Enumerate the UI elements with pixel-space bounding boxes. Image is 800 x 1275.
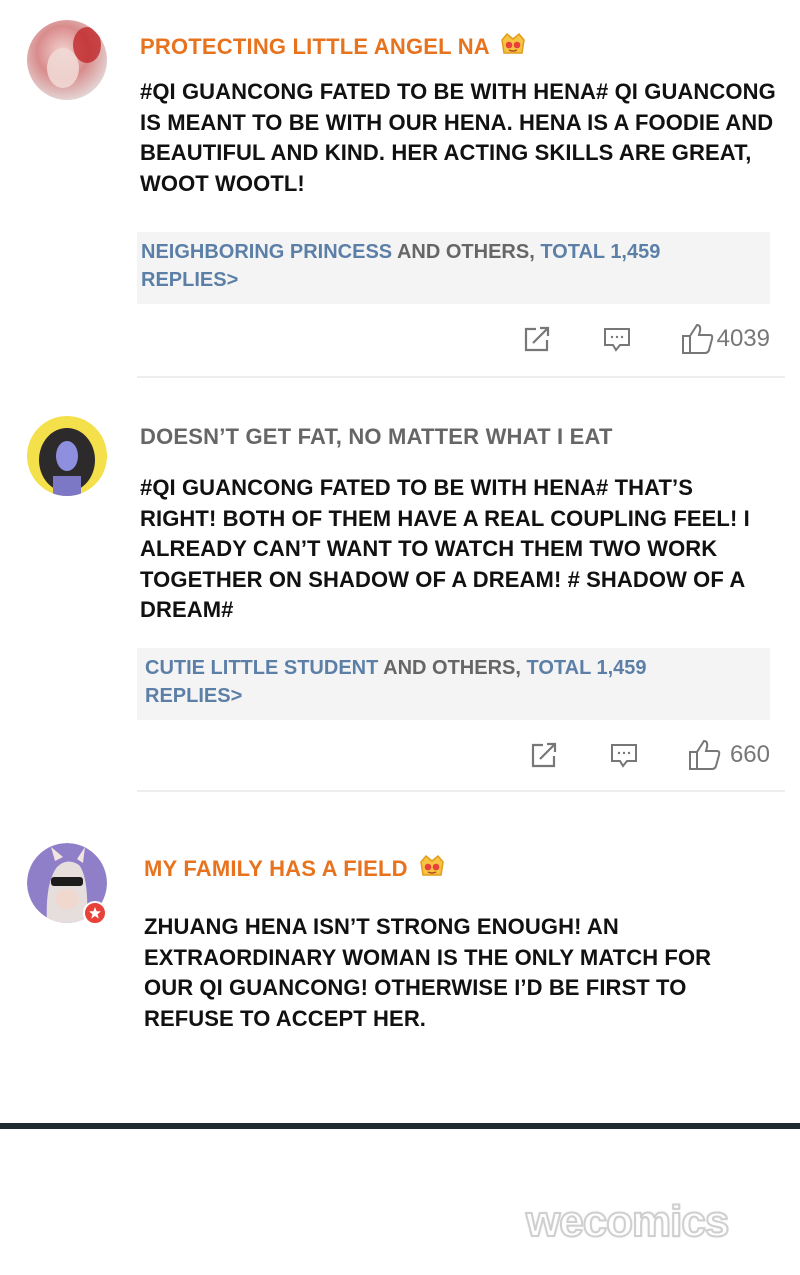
username[interactable]: DOESN’T GET FAT, NO MATTER WHAT I EAT xyxy=(140,424,613,450)
share-button[interactable] xyxy=(530,741,558,769)
avatar[interactable] xyxy=(27,416,107,496)
replies-box[interactable]: NEIGHBORING PRINCESS AND OTHERS, TOTAL 1… xyxy=(137,232,770,304)
comment-text: #QI GUANCONG FATED TO BE WITH HENA# QI G… xyxy=(140,79,776,196)
avatar[interactable] xyxy=(27,843,107,925)
like-count: 660 xyxy=(729,741,770,768)
panel-divider xyxy=(0,1123,800,1129)
like-button[interactable]: 660 xyxy=(688,739,770,771)
share-button[interactable] xyxy=(523,325,551,353)
crown-icon xyxy=(418,853,446,885)
watermark-logo: wecomics xyxy=(525,1196,730,1247)
divider xyxy=(137,376,785,378)
share-icon xyxy=(524,326,549,352)
replies-box[interactable]: CUTIE LITTLE STUDENT AND OTHERS, TOTAL 1… xyxy=(137,648,770,720)
replies-link[interactable]: REPLIES> xyxy=(141,266,770,294)
replies-link[interactable]: REPLIES> xyxy=(145,682,770,710)
avatar[interactable] xyxy=(27,20,107,100)
reply-total-link[interactable]: TOTAL 1,459 xyxy=(526,657,646,679)
comment-actions: 660 xyxy=(492,739,770,771)
thumbs-up-icon xyxy=(688,739,721,770)
comment-button[interactable] xyxy=(603,325,631,353)
reply-author-link[interactable]: CUTIE LITTLE STUDENT xyxy=(145,657,378,679)
verified-badge-icon xyxy=(83,901,107,925)
comment-text: #QI GUANCONG FATED TO BE WITH HENA# THAT… xyxy=(140,475,750,622)
share-icon xyxy=(531,742,557,768)
reply-author-link[interactable]: NEIGHBORING PRINCESS xyxy=(141,241,392,263)
thumbs-up-icon xyxy=(681,323,713,354)
crown-icon xyxy=(499,31,527,63)
reply-total-link[interactable]: TOTAL 1,459 xyxy=(540,241,660,263)
like-count: 4039 xyxy=(716,325,770,352)
like-button[interactable]: 4039 xyxy=(681,323,770,355)
divider xyxy=(137,790,785,792)
comment-button[interactable] xyxy=(610,741,638,769)
comment-icon xyxy=(603,328,630,352)
comment-actions: 4039 xyxy=(485,323,770,355)
comment-icon xyxy=(610,744,637,768)
username[interactable]: MY FAMILY HAS A FIELD xyxy=(144,853,446,885)
username[interactable]: PROTECTING LITTLE ANGEL NA xyxy=(140,31,527,63)
comment-text: ZHUANG HENA ISN’T STRONG ENOUGH! AN EXTR… xyxy=(144,914,712,1031)
